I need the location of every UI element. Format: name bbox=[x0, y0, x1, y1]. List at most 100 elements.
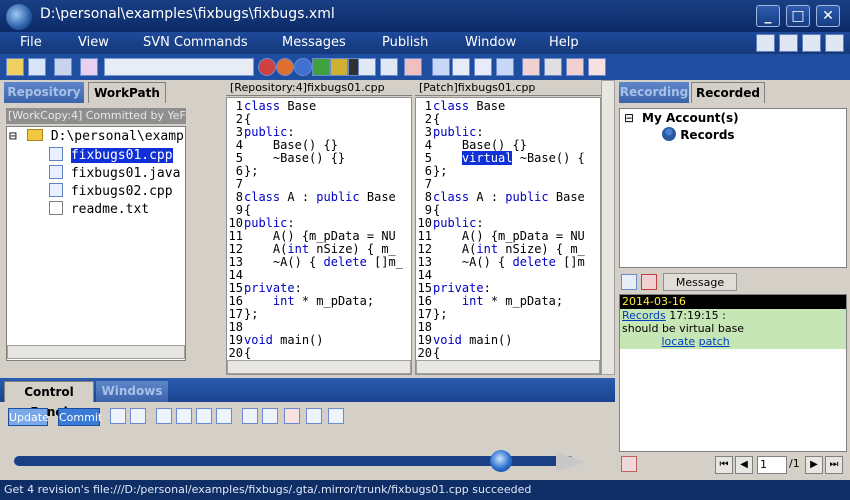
pause-icon[interactable] bbox=[294, 58, 312, 76]
print-icon[interactable] bbox=[544, 58, 562, 76]
code-token: public bbox=[505, 190, 549, 204]
message-list-icon[interactable] bbox=[621, 274, 637, 290]
network-add-icon[interactable] bbox=[176, 408, 192, 424]
code-token: () { bbox=[469, 229, 499, 243]
calendar-icon[interactable] bbox=[328, 408, 344, 424]
code-token: public bbox=[433, 125, 477, 139]
down-arrow-icon[interactable] bbox=[496, 58, 514, 76]
left-editor[interactable]: 1class Base 2{3public: 4 Base() {} 5 ~Base(… bbox=[226, 97, 412, 375]
tab-windows[interactable]: Windows bbox=[96, 381, 168, 402]
zoom-icon[interactable] bbox=[242, 408, 258, 424]
maximize-button[interactable]: □ bbox=[786, 5, 810, 27]
record-icon[interactable] bbox=[258, 58, 276, 76]
tab-repository[interactable]: Repository bbox=[4, 82, 84, 103]
accounts-child-label: Records bbox=[680, 128, 735, 142]
message-source-link[interactable]: Records bbox=[622, 309, 666, 322]
page-total: /1 bbox=[789, 457, 800, 470]
stop-icon[interactable] bbox=[276, 58, 294, 76]
page-input[interactable]: 1 bbox=[757, 456, 787, 474]
refresh-icon[interactable] bbox=[588, 58, 606, 76]
accounts-root[interactable]: My Account(s) bbox=[642, 111, 739, 125]
minimize-button[interactable]: _ bbox=[756, 5, 780, 27]
layout-tile-button[interactable] bbox=[756, 34, 775, 52]
update-button[interactable]: Update bbox=[8, 408, 49, 426]
code-token: Base bbox=[280, 151, 310, 165]
network-sync-icon[interactable] bbox=[216, 408, 232, 424]
code-line: 8class A : public Base bbox=[227, 191, 396, 204]
editor-hscrollbar[interactable] bbox=[227, 360, 411, 374]
flag-icon[interactable] bbox=[330, 58, 348, 76]
menu-messages[interactable]: Messages bbox=[282, 35, 346, 50]
layout-next-button[interactable] bbox=[802, 34, 821, 52]
zoom-out-icon[interactable] bbox=[262, 408, 278, 424]
tab-control-panel[interactable]: Control Panel bbox=[4, 381, 94, 419]
save-icon[interactable] bbox=[54, 58, 72, 76]
cpp-file-icon bbox=[49, 183, 63, 197]
play-icon[interactable] bbox=[312, 58, 330, 76]
copy-icon[interactable] bbox=[130, 408, 146, 424]
split-icon[interactable] bbox=[566, 58, 584, 76]
tab-workpath[interactable]: WorkPath bbox=[88, 82, 166, 103]
tab-recorded[interactable]: Recorded bbox=[691, 82, 765, 103]
toolbar-spacer bbox=[104, 58, 254, 76]
progress-thumb[interactable] bbox=[490, 450, 513, 472]
filter-icon[interactable] bbox=[80, 58, 98, 76]
commit-button[interactable]: Commit bbox=[58, 408, 102, 426]
menu-window[interactable]: Window bbox=[465, 35, 516, 50]
gear-icon[interactable] bbox=[110, 408, 126, 424]
code-token: int bbox=[287, 242, 310, 256]
tree-file-row[interactable]: fixbugs01.cpp bbox=[49, 147, 173, 163]
link-icon[interactable] bbox=[306, 408, 322, 424]
code-token: m_ bbox=[381, 242, 396, 256]
tree-expander[interactable]: ⊟ bbox=[9, 129, 17, 144]
clear-messages-icon[interactable] bbox=[641, 274, 657, 290]
tree-file-label: fixbugs01.cpp bbox=[70, 148, 173, 163]
network-icon[interactable] bbox=[156, 408, 172, 424]
accounts-child[interactable]: Records bbox=[662, 127, 735, 142]
next-page-button[interactable]: ▶ bbox=[805, 456, 823, 474]
splitter[interactable] bbox=[192, 80, 222, 375]
calendar-icon[interactable] bbox=[621, 456, 637, 472]
last-page-button[interactable]: ⏭ bbox=[825, 456, 843, 474]
prev-page-button[interactable]: ◀ bbox=[735, 456, 753, 474]
search-icon[interactable] bbox=[28, 58, 46, 76]
patch-link[interactable]: patch bbox=[699, 335, 730, 348]
right-editor[interactable]: 1class Base 2{3public: 4 Base() {} 5 virtua… bbox=[415, 97, 601, 375]
code-token: () bbox=[309, 333, 324, 347]
editor-vscrollbar[interactable] bbox=[601, 80, 615, 375]
close-button[interactable]: ✕ bbox=[816, 5, 840, 27]
menu-help[interactable]: Help bbox=[549, 35, 579, 50]
open-folder-icon[interactable] bbox=[6, 58, 24, 76]
tree-root-folder[interactable]: D:\personal\examp bbox=[27, 129, 184, 144]
right-editor-title: [Patch]fixbugs01.cpp bbox=[415, 80, 601, 96]
locate-link[interactable]: locate bbox=[662, 335, 696, 348]
flag-icon[interactable] bbox=[284, 408, 300, 424]
tree-expander[interactable]: ⊟ bbox=[624, 111, 634, 125]
layout-close-button[interactable] bbox=[825, 34, 844, 52]
tree-file-row[interactable]: readme.txt bbox=[49, 201, 149, 217]
first-page-button[interactable]: ⏮ bbox=[715, 456, 733, 474]
network-remove-icon[interactable] bbox=[196, 408, 212, 424]
tree-file-row[interactable]: fixbugs01.java bbox=[49, 165, 180, 181]
star-outline-icon[interactable] bbox=[474, 58, 492, 76]
find-icon[interactable] bbox=[358, 58, 376, 76]
tree-file-row[interactable]: fixbugs02.cpp bbox=[49, 183, 173, 199]
message-filter-button[interactable]: Message filter bbox=[663, 273, 737, 306]
tree-hscrollbar[interactable] bbox=[7, 345, 185, 359]
editor-hscrollbar[interactable] bbox=[416, 360, 600, 374]
tab-recording[interactable]: Recording bbox=[619, 82, 689, 103]
menu-file[interactable]: File bbox=[20, 35, 42, 50]
code-token: class bbox=[244, 190, 281, 204]
menu-svn-commands[interactable]: SVN Commands bbox=[143, 35, 248, 50]
code-token: class bbox=[244, 99, 281, 113]
menu-publish[interactable]: Publish bbox=[382, 35, 428, 50]
diff-icon[interactable] bbox=[404, 58, 422, 76]
star-icon[interactable] bbox=[452, 58, 470, 76]
up-arrow-icon[interactable] bbox=[432, 58, 450, 76]
find-next-icon[interactable] bbox=[380, 58, 398, 76]
layout-restore-button[interactable] bbox=[779, 34, 798, 52]
list-icon[interactable] bbox=[522, 58, 540, 76]
menu-view[interactable]: View bbox=[78, 35, 109, 50]
